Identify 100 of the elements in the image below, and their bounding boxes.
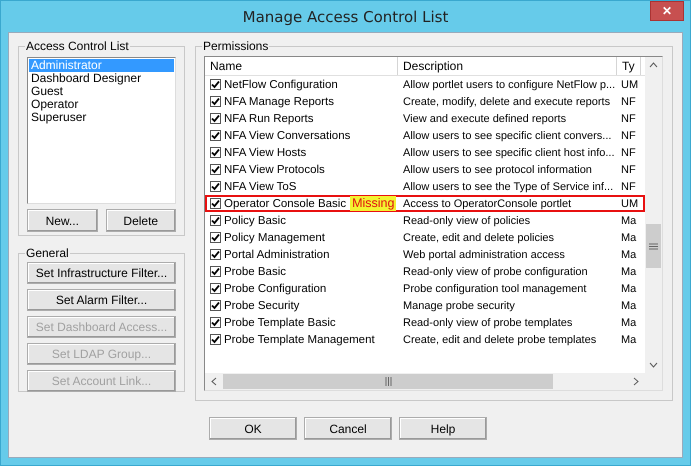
dialog-button[interactable]: OK — [209, 417, 297, 440]
table-cell: Web portal administration access — [403, 248, 565, 260]
table-cell: Allow users to see specific client convers... — [403, 130, 612, 142]
group-title: General — [25, 246, 70, 260]
table-cell: Probe configuration tool management — [403, 282, 586, 294]
checkbox[interactable] — [210, 317, 221, 328]
scroll-up-icon[interactable] — [649, 62, 658, 68]
table-cell: Portal Administration — [224, 248, 330, 260]
table-cell: Ma — [621, 334, 636, 346]
scroll-thumb[interactable] — [646, 224, 661, 268]
checkbox[interactable] — [210, 300, 221, 311]
column-header[interactable]: Description — [398, 57, 617, 75]
checkbox[interactable] — [210, 79, 221, 90]
table-cell: Ma — [621, 300, 636, 312]
scroll-thumb[interactable] — [223, 374, 553, 389]
table-cell: UM — [621, 198, 638, 210]
table-cell: NFA View Protocols — [224, 164, 325, 176]
table-cell: Allow users to see the Type of Service inf... — [403, 180, 614, 192]
table-cell: Ma — [621, 316, 636, 328]
table-cell: Probe Security — [224, 300, 300, 312]
table-row[interactable]: NetFlow Configuration Allow portlet users to configure NetFlow p... UM — [205, 76, 645, 93]
table-cell: NFA Run Reports — [224, 112, 314, 124]
list-item[interactable]: Guest — [29, 85, 174, 98]
missing-annotation: Missing — [350, 196, 396, 211]
table-cell: Access to OperatorConsole portlet — [403, 198, 572, 210]
table-cell: Ma — [621, 214, 636, 226]
table-cell: Policy Basic — [224, 214, 286, 226]
table-cell: NetFlow Configuration — [224, 78, 338, 90]
table-cell: Allow portlet users to configure NetFlow p... — [403, 78, 616, 90]
table-row[interactable]: NFA Manage Reports Create, modify, delete and execute reports NF — [205, 93, 645, 110]
checkbox[interactable] — [210, 215, 221, 226]
table-cell: NF — [621, 130, 636, 142]
table-row[interactable]: Probe Configuration Probe configuration tool management Ma — [205, 280, 645, 297]
table-row[interactable]: Probe Basic Read-only view of probe configuration Ma — [205, 263, 645, 280]
table-cell: NF — [621, 112, 636, 124]
table-row[interactable]: NFA View Conversations Allow users to see specific client convers... NF — [205, 127, 645, 144]
table-cell: Probe Basic — [224, 266, 286, 278]
checkbox[interactable] — [210, 113, 221, 124]
column-header[interactable]: Name — [205, 57, 398, 75]
vertical-scrollbar[interactable] — [645, 57, 662, 373]
list-item[interactable]: Superuser — [29, 111, 174, 124]
checkbox[interactable] — [210, 283, 221, 294]
scroll-down-icon[interactable] — [649, 362, 658, 368]
table-cell: Ma — [621, 266, 636, 278]
list-item[interactable]: Operator — [29, 98, 174, 111]
checkbox[interactable] — [210, 130, 221, 141]
list-item[interactable]: Dashboard Designer — [29, 72, 174, 85]
table-row[interactable]: Probe Template Basic Read-only view of probe templates Ma — [205, 314, 645, 331]
table-cell: Allow users to see specific client host info... — [403, 146, 615, 158]
scroll-right-icon[interactable] — [633, 377, 639, 386]
table-row[interactable]: Policy Management Create, edit and delete policies Ma — [205, 229, 645, 246]
close-button[interactable]: ✕ — [650, 1, 684, 21]
highlighted-table-row[interactable]: Operator Console Basic Missing Access to OperatorConsole portlet UM — [205, 195, 645, 212]
checkbox[interactable] — [210, 164, 221, 175]
table-cell: Ma — [621, 232, 636, 244]
checkbox[interactable] — [210, 232, 221, 243]
table-cell: Ma — [621, 282, 636, 294]
table-row[interactable]: NFA View Hosts Allow users to see specific client host info... NF — [205, 144, 645, 161]
table-row[interactable]: NFA View ToS Allow users to see the Type of Service inf... NF — [205, 178, 645, 195]
table-cell: NFA View Conversations — [224, 130, 350, 142]
table-row[interactable]: NFA View Protocols Allow users to see protocol information NF — [205, 161, 645, 178]
list-button[interactable]: Delete — [106, 209, 176, 232]
checkbox[interactable] — [210, 249, 221, 260]
table-cell: Read-only view of probe templates — [403, 316, 572, 328]
table-cell: NF — [621, 96, 636, 108]
table-row[interactable]: NFA Run Reports View and execute defined reports NF — [205, 110, 645, 127]
table-row[interactable]: Policy Basic Read-only view of policies Ma — [205, 212, 645, 229]
horizontal-scrollbar[interactable] — [205, 373, 662, 390]
table-cell: Manage probe security — [403, 300, 515, 312]
checkbox[interactable] — [210, 147, 221, 158]
checkbox[interactable] — [210, 181, 221, 192]
group-title: Permissions — [202, 39, 270, 53]
table-cell: Probe Configuration — [224, 282, 326, 294]
table-row[interactable]: Probe Security Manage probe security Ma — [205, 297, 645, 314]
table-cell: Create, modify, delete and execute reports — [403, 96, 610, 108]
table-cell: Operator Console Basic — [224, 198, 346, 210]
table-cell: View and execute defined reports — [403, 112, 566, 124]
column-header[interactable]: Ty — [617, 57, 641, 75]
list-button[interactable]: New... — [27, 209, 98, 232]
table-cell: Create, edit and delete policies — [403, 232, 554, 244]
dialog-button[interactable]: Help — [399, 417, 487, 440]
checkbox[interactable] — [210, 198, 221, 209]
dialog-button[interactable]: Cancel — [304, 417, 392, 440]
table-cell: Ma — [621, 248, 636, 260]
table-cell: NF — [621, 180, 636, 192]
table-cell: Allow users to see protocol information — [403, 164, 592, 176]
checkbox[interactable] — [210, 96, 221, 107]
window-title: Manage Access Control List — [242, 8, 448, 26]
checkbox[interactable] — [210, 266, 221, 277]
table-cell: Read-only view of probe configuration — [403, 266, 588, 278]
table-cell: Policy Management — [224, 232, 325, 244]
table-cell: Read-only view of policies — [403, 214, 530, 226]
general-button[interactable]: Set Infrastructure Filter... — [27, 262, 176, 284]
table-cell: NFA View Hosts — [224, 146, 306, 158]
table-row[interactable]: Portal Administration Web portal administration access Ma — [205, 246, 645, 263]
table-row[interactable]: Probe Template Management Create, edit and delete probe templates Ma — [205, 331, 645, 348]
table-cell: NFA View ToS — [224, 180, 296, 192]
scroll-left-icon[interactable] — [211, 377, 217, 386]
checkbox[interactable] — [210, 334, 221, 345]
general-button[interactable]: Set Alarm Filter... — [27, 289, 176, 311]
